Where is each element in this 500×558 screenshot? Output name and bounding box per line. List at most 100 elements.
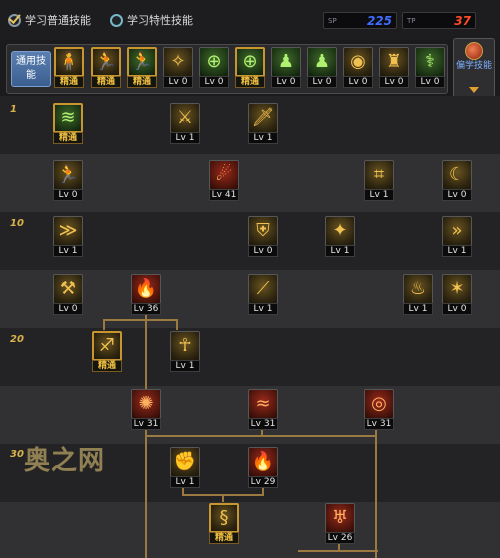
- radio-icon[interactable]: [110, 13, 123, 27]
- skill-slot[interactable]: ⚒ Lv 0: [53, 274, 83, 315]
- skill-slot[interactable]: ◎ Lv 31: [364, 389, 394, 430]
- blade-icon: ⟋: [248, 274, 278, 304]
- skill-slot[interactable]: § 精通: [209, 503, 239, 544]
- skill-level-label: Lv 36: [131, 303, 161, 315]
- skill-slot[interactable]: ♐ 精通: [92, 331, 122, 372]
- skill-slot[interactable]: 🔥 Lv 36: [131, 274, 161, 315]
- skill-level-label: Lv 29: [248, 476, 278, 488]
- dagger-icon: ⚔: [170, 103, 200, 133]
- slash-icon: ≫: [53, 216, 83, 246]
- wings-icon: ✧: [163, 47, 193, 77]
- skill-slot[interactable]: ♅ Lv 26: [325, 503, 355, 544]
- tree-connector: [375, 428, 377, 558]
- mastered-badge: 精通: [54, 76, 84, 88]
- skill-slot[interactable]: ⊕ Lv 0: [199, 47, 229, 88]
- tree-connector: [222, 494, 224, 502]
- skill-slot[interactable]: ☄ Lv 41: [209, 160, 239, 201]
- skill-slot[interactable]: ✺ Lv 31: [131, 389, 161, 430]
- skill-slot[interactable]: ✊ Lv 1: [170, 447, 200, 488]
- figure-icon: 🧍: [54, 47, 84, 77]
- learn-general-option[interactable]: 学习普通技能: [8, 12, 91, 28]
- skill-slot[interactable]: 🔥 Lv 29: [248, 447, 278, 488]
- mastered-badge: 精通: [92, 360, 122, 372]
- skill-level-label: Lv 31: [364, 418, 394, 430]
- checked-radio-icon[interactable]: [8, 13, 21, 27]
- skill-slot[interactable]: ✶ Lv 0: [442, 274, 472, 315]
- vortex-icon: ◎: [364, 389, 394, 419]
- skill-slot[interactable]: 🗡 Lv 1: [248, 103, 278, 144]
- sword-icon: 🗡: [248, 103, 278, 133]
- skill-level-label: Lv 1: [325, 245, 355, 257]
- skill-slot[interactable]: ⛨ Lv 0: [248, 216, 278, 257]
- skill-level-label: Lv 0: [53, 303, 83, 315]
- leap-icon: ⚕: [415, 47, 445, 77]
- skill-level-label: Lv 1: [53, 245, 83, 257]
- skill-slot[interactable]: ⚔ Lv 1: [170, 103, 200, 144]
- skill-slot[interactable]: ≋ 精通: [53, 103, 83, 144]
- claw-icon: ≋: [53, 103, 83, 133]
- figure-icon: ♟: [307, 47, 337, 77]
- skill-level-label: Lv 0: [343, 76, 373, 88]
- fireball-icon: ☄: [209, 160, 239, 190]
- skill-level-label: Lv 0: [442, 303, 472, 315]
- skill-slot[interactable]: ♟ Lv 0: [307, 47, 337, 88]
- tp-icon: TP: [407, 16, 416, 25]
- crosshair-icon: ⊕: [199, 47, 229, 77]
- warrior-icon: ☥: [170, 331, 200, 361]
- skill-level-label: Lv 1: [248, 132, 278, 144]
- tree-connector: [103, 319, 105, 330]
- skill-slot[interactable]: 🏃 Lv 0: [53, 160, 83, 201]
- wing-icon: ♐: [92, 331, 122, 361]
- learn-special-option[interactable]: 学习特性技能: [110, 12, 193, 28]
- tree-connector: [103, 319, 178, 321]
- skill-slot[interactable]: ◉ Lv 0: [343, 47, 373, 88]
- skill-level-label: Lv 1: [170, 476, 200, 488]
- skill-slot[interactable]: ♟ Lv 0: [271, 47, 301, 88]
- skill-slot[interactable]: ⟋ Lv 1: [248, 274, 278, 315]
- skill-slot[interactable]: ≈ Lv 31: [248, 389, 278, 430]
- skill-level-label: Lv 0: [307, 76, 337, 88]
- learn-skill-button[interactable]: 偏学技能: [453, 38, 495, 98]
- skill-level-label: Lv 41: [209, 189, 239, 201]
- level-marker: 30: [10, 449, 24, 460]
- flame-figure-icon: ♨: [403, 274, 433, 304]
- skill-level-label: Lv 0: [163, 76, 193, 88]
- stairs-icon: ⌗: [364, 160, 394, 190]
- gem-icon: [465, 42, 483, 60]
- skill-slot[interactable]: » Lv 1: [442, 216, 472, 257]
- skill-slot[interactable]: ♨ Lv 1: [403, 274, 433, 315]
- skill-slot[interactable]: ⚕ Lv 0: [415, 47, 445, 88]
- sword-icon: ⚒: [53, 274, 83, 304]
- skill-slot[interactable]: ⌗ Lv 1: [364, 160, 394, 201]
- skill-slot[interactable]: ☥ Lv 1: [170, 331, 200, 372]
- dragon-icon: §: [209, 503, 239, 533]
- skill-level-label: Lv 0: [379, 76, 409, 88]
- kick-icon: ✦: [325, 216, 355, 246]
- skill-level-label: Lv 0: [248, 245, 278, 257]
- learn-special-label: 学习特性技能: [127, 14, 193, 27]
- skill-slot[interactable]: ♜ Lv 0: [379, 47, 409, 88]
- learn-skill-label: 偏学技能: [455, 61, 492, 71]
- skill-level-label: Lv 1: [170, 132, 200, 144]
- skill-slot[interactable]: ✦ Lv 1: [325, 216, 355, 257]
- level-marker: 1: [10, 104, 17, 115]
- skill-slot[interactable]: ✧ Lv 0: [163, 47, 193, 88]
- top-bar: 学习普通技能 学习特性技能 SP 225 TP 37: [0, 0, 500, 40]
- burst-icon: ✺: [131, 389, 161, 419]
- skill-slot[interactable]: ⊕ 精通: [235, 47, 265, 88]
- skill-slot[interactable]: 🏃 精通: [127, 47, 157, 88]
- level-marker: 20: [10, 334, 24, 345]
- mastered-badge: 精通: [209, 532, 239, 544]
- skill-level-label: Lv 0: [271, 76, 301, 88]
- tree-connector: [338, 543, 340, 552]
- skill-slot[interactable]: ☾ Lv 0: [442, 160, 472, 201]
- skill-level-label: Lv 1: [364, 189, 394, 201]
- skill-slot[interactable]: 🏃 精通: [91, 47, 121, 88]
- skill-slot[interactable]: ≫ Lv 1: [53, 216, 83, 257]
- demon-icon: ♅: [325, 503, 355, 533]
- claws-icon: ≈: [248, 389, 278, 419]
- skill-slot[interactable]: 🧍 精通: [54, 47, 84, 88]
- tree-connector: [176, 319, 178, 330]
- mastered-badge: 精通: [235, 76, 265, 88]
- figure-icon: ♜: [379, 47, 409, 77]
